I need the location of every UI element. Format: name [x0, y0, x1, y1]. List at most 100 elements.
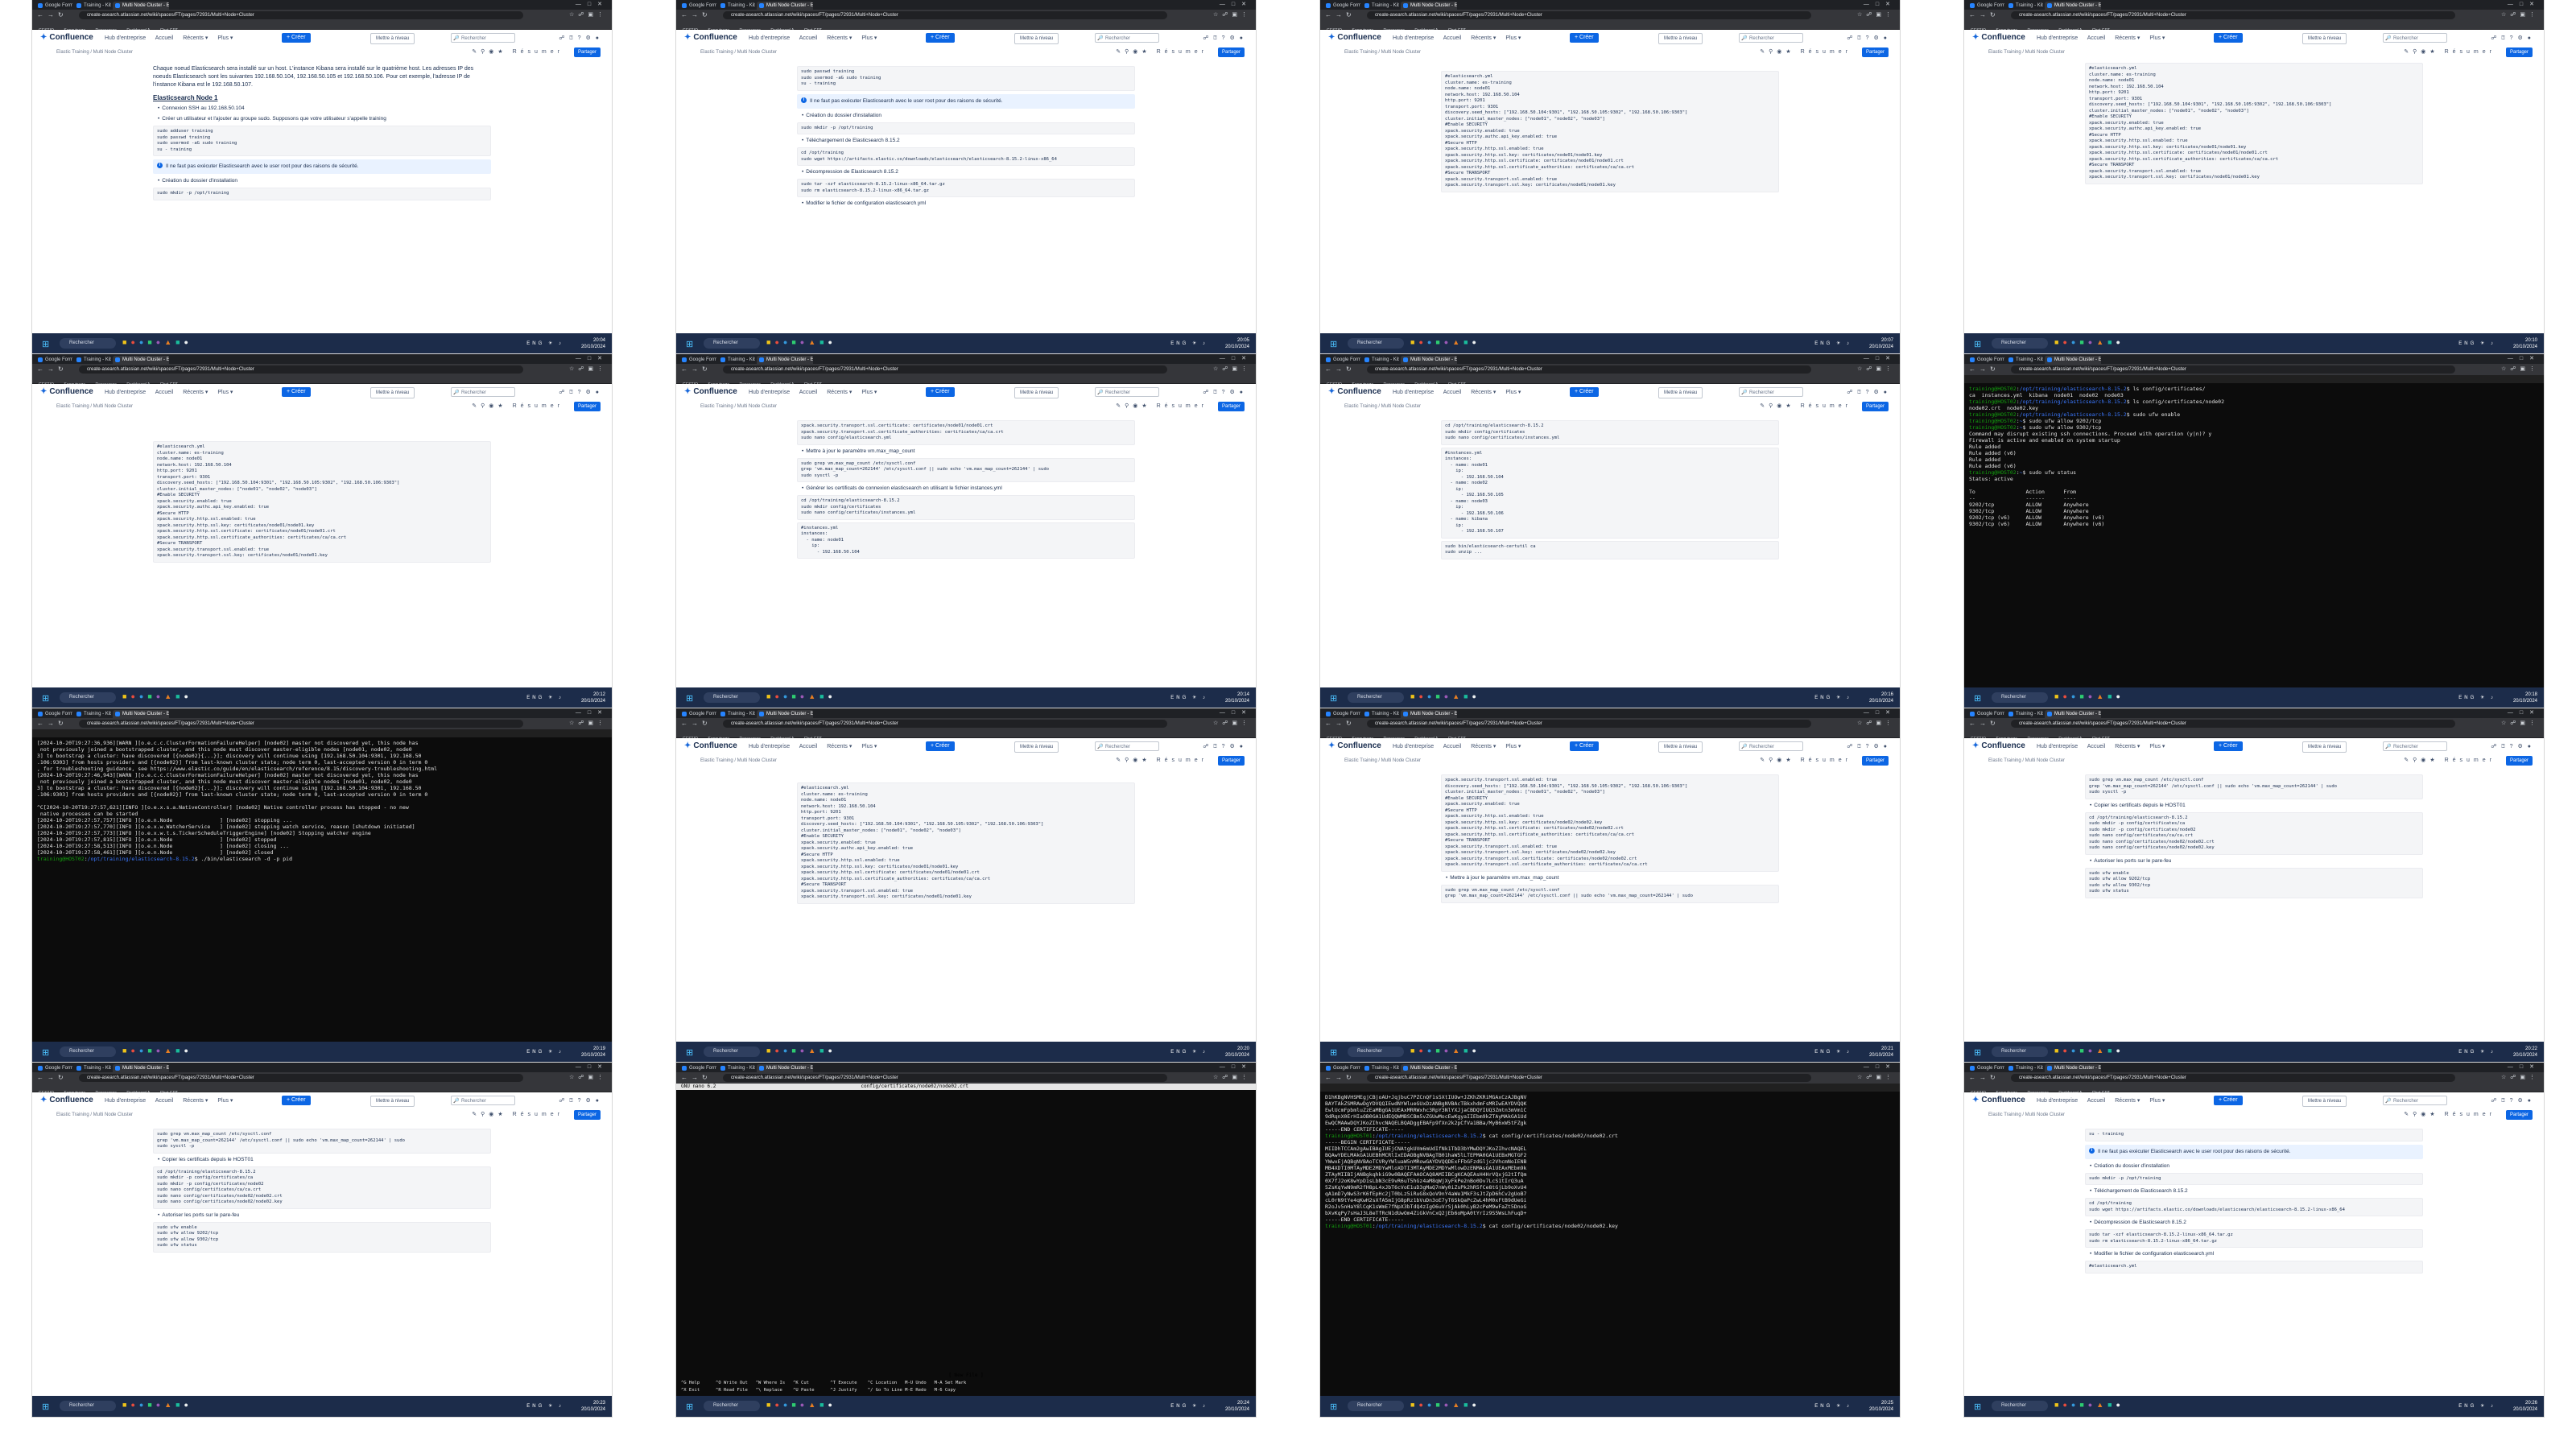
menu-item[interactable]: Accueil	[1443, 744, 1462, 749]
menu-item[interactable]: Plus ▾	[2149, 744, 2165, 749]
window-controls[interactable]: —□✕	[2508, 1063, 2541, 1070]
menu-item[interactable]: Accueil	[799, 35, 818, 41]
browser-tab-active[interactable]: Multi Node Cluster - Elastic	[1401, 2, 1457, 10]
confluence-logo[interactable]: Confluence	[684, 741, 737, 750]
code-block[interactable]: sudo mkdir -p /opt/training	[153, 188, 491, 200]
taskbar-search[interactable]: Rechercher	[1992, 1046, 2048, 1057]
system-tray-icons[interactable]: ENG ☀ ♪	[2458, 695, 2496, 700]
back-forward-reload-icons[interactable]: ←→↻	[1969, 11, 2000, 19]
taskbar-app-icons[interactable]: ■●●■●▲■●	[1410, 1046, 1480, 1055]
browser-tab[interactable]: Training - Kibana	[718, 710, 755, 718]
browser-tab[interactable]: Google Forms	[679, 2, 716, 10]
search-input[interactable]: Rechercher	[451, 33, 515, 43]
upgrade-button[interactable]: Mettre à niveau	[1658, 741, 1703, 753]
breadcrumb[interactable]: Elastic Training / Multi Node Cluster	[56, 1113, 133, 1117]
window-controls[interactable]: —□✕	[1220, 1, 1253, 7]
browser-tab[interactable]: Google Forms	[35, 2, 72, 10]
back-forward-reload-icons[interactable]: ←→↻	[37, 365, 68, 373]
clock[interactable]: 20:19 20/10/2024	[581, 1046, 605, 1059]
menu-item[interactable]: Récents ▾	[1471, 390, 1496, 395]
breadcrumb[interactable]: Elastic Training / Multi Node Cluster	[1344, 758, 1421, 763]
menu-item[interactable]: Hub d'entreprise	[2037, 35, 2078, 41]
taskbar-search[interactable]: Rechercher	[60, 1046, 116, 1057]
taskbar-app-icons[interactable]: ■●●■●▲■●	[122, 1401, 192, 1409]
menu-item[interactable]: Récents ▾	[827, 35, 852, 41]
menu-item[interactable]: Récents ▾	[2115, 35, 2140, 41]
menu-item[interactable]: Récents ▾	[183, 390, 208, 395]
taskbar-search[interactable]: Rechercher	[704, 338, 760, 349]
extension-icons[interactable]: ☆☍▣⋮	[1857, 1074, 1895, 1080]
search-input[interactable]: Rechercher	[1739, 33, 1803, 43]
browser-tab[interactable]: Google Forms	[1323, 1064, 1360, 1072]
browser-tab-active[interactable]: Multi Node Cluster - Elastic	[1401, 356, 1457, 364]
url-field[interactable]: create-asearch.atlassian.net/wiki/spaces…	[79, 11, 523, 19]
page-action-icons[interactable]: ✎⚲◉★ Résumer	[472, 1111, 564, 1117]
code-block[interactable]: cd /opt/training sudo wget https://artif…	[797, 147, 1135, 166]
code-block[interactable]: cd /opt/training/elasticsearch-8.15.2 su…	[797, 495, 1135, 520]
browser-tab[interactable]: Training - Kibana	[2006, 2, 2043, 10]
menu-item[interactable]: Récents ▾	[183, 1098, 208, 1104]
windows-start-icon[interactable]: ⊞	[1330, 693, 1337, 704]
page-action-icons[interactable]: ✎⚲◉★ Résumer	[1760, 48, 1852, 55]
share-button[interactable]: Partager	[573, 402, 601, 411]
upgrade-button[interactable]: Mettre à niveau	[1658, 33, 1703, 44]
browser-tab-active[interactable]: Multi Node Cluster - Elastic	[757, 356, 813, 364]
url-field[interactable]: create-asearch.atlassian.net/wiki/spaces…	[2011, 365, 2455, 374]
url-field[interactable]: create-asearch.atlassian.net/wiki/spaces…	[79, 365, 523, 374]
browser-tab[interactable]: Training - Kibana	[2006, 356, 2043, 364]
system-tray-icons[interactable]: ENG ☀ ♪	[2458, 341, 2496, 346]
system-tray-icons[interactable]: ENG ☀ ♪	[2458, 1049, 2496, 1055]
breadcrumb[interactable]: Elastic Training / Multi Node Cluster	[1344, 50, 1421, 55]
extension-icons[interactable]: ☆☍▣⋮	[569, 720, 607, 726]
share-button[interactable]: Partager	[573, 47, 601, 57]
browser-tab[interactable]: Google Forms	[679, 1064, 716, 1072]
back-forward-reload-icons[interactable]: ←→↻	[37, 1074, 68, 1081]
browser-tab[interactable]: Training - Kibana	[718, 356, 755, 364]
notification-help-settings-icons[interactable]: ☍⍰?⚙●	[2491, 1097, 2536, 1104]
window-controls[interactable]: —□✕	[1864, 709, 1897, 716]
page-action-icons[interactable]: ✎⚲◉★ Résumer	[1760, 402, 1852, 409]
clock[interactable]: 20:22 20/10/2024	[2513, 1046, 2537, 1059]
windows-start-icon[interactable]: ⊞	[686, 339, 693, 349]
system-tray-icons[interactable]: ENG ☀ ♪	[1170, 341, 1208, 346]
menu-item[interactable]: Hub d'entreprise	[1393, 744, 1434, 749]
menu-item[interactable]: Récents ▾	[1471, 744, 1496, 749]
clock[interactable]: 20:21 20/10/2024	[1869, 1046, 1893, 1059]
menu-item[interactable]: Accueil	[799, 744, 818, 749]
window-controls[interactable]: —□✕	[2508, 1, 2541, 7]
taskbar-app-icons[interactable]: ■●●■●▲■●	[122, 338, 192, 346]
search-input[interactable]: Rechercher	[2383, 33, 2447, 43]
windows-start-icon[interactable]: ⊞	[42, 1047, 49, 1058]
taskbar-search[interactable]: Rechercher	[1992, 338, 2048, 349]
menu-item[interactable]: Plus ▾	[861, 390, 877, 395]
menu-item[interactable]: Récents ▾	[827, 390, 852, 395]
create-button[interactable]: + Créer	[1570, 387, 1599, 397]
confluence-logo[interactable]: Confluence	[40, 1096, 93, 1104]
extension-icons[interactable]: ☆☍▣⋮	[1213, 365, 1251, 372]
windows-start-icon[interactable]: ⊞	[686, 1047, 693, 1058]
create-button[interactable]: + Créer	[1570, 741, 1599, 751]
menu-item[interactable]: Hub d'entreprise	[749, 744, 790, 749]
browser-tab[interactable]: Google Forms	[1967, 356, 2004, 364]
url-field[interactable]: create-asearch.atlassian.net/wiki/spaces…	[2011, 720, 2455, 728]
browser-tab-active[interactable]: Multi Node Cluster - Elastic	[2045, 356, 2101, 364]
taskbar-search[interactable]: Rechercher	[60, 1401, 116, 1411]
breadcrumb[interactable]: Elastic Training / Multi Node Cluster	[56, 50, 133, 55]
windows-start-icon[interactable]: ⊞	[686, 1402, 693, 1412]
browser-tab[interactable]: Training - Kibana	[718, 2, 755, 10]
windows-start-icon[interactable]: ⊞	[1330, 1047, 1337, 1058]
page-action-icons[interactable]: ✎⚲◉★ Résumer	[472, 402, 564, 409]
menu-item[interactable]: Plus ▾	[217, 1098, 233, 1104]
confluence-logo[interactable]: Confluence	[40, 33, 93, 42]
code-block[interactable]: sudo tar -xzf elasticsearch-8.15.2-linux…	[2085, 1229, 2423, 1248]
code-block[interactable]: xpack.security.transport.ssl.certificate…	[797, 420, 1135, 445]
extension-icons[interactable]: ☆☍▣⋮	[2501, 11, 2539, 18]
windows-start-icon[interactable]: ⊞	[1974, 1047, 1981, 1058]
browser-tab-active[interactable]: Multi Node Cluster - Elastic	[1401, 710, 1457, 718]
back-forward-reload-icons[interactable]: ←→↻	[37, 720, 68, 727]
url-field[interactable]: create-asearch.atlassian.net/wiki/spaces…	[723, 365, 1167, 374]
extension-icons[interactable]: ☆☍▣⋮	[1213, 11, 1251, 18]
terminal-window[interactable]: D1hKBgNVHSMEgjCBjoAU+JqjbuC7PZCnQF1s5XtI…	[1320, 1084, 1900, 1396]
extension-icons[interactable]: ☆☍▣⋮	[569, 1074, 607, 1080]
page-action-icons[interactable]: ✎⚲◉★ Résumer	[2404, 1111, 2496, 1117]
